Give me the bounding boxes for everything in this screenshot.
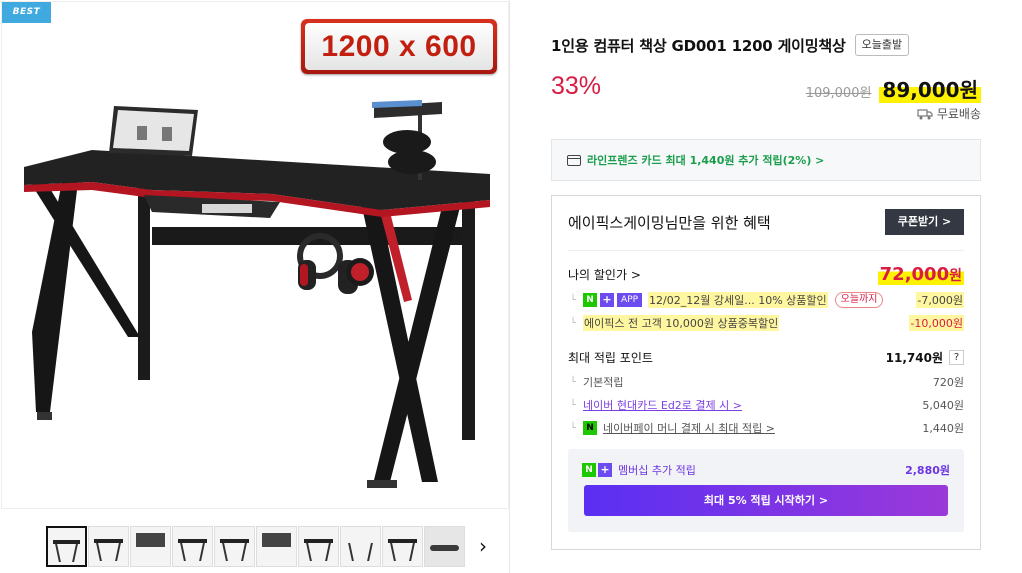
discount-row: └ 에이픽스 전 고객 10,000원 상품중복할인 -10,000원: [570, 315, 964, 331]
my-price-value: 72,000원: [877, 264, 964, 285]
shipping-label: 무료배송: [936, 107, 981, 121]
thumbnail[interactable]: [130, 526, 171, 567]
thumbnail-strip: [46, 526, 465, 567]
naver-n-icon: N: [582, 463, 596, 477]
membership-label: 멤버십 추가 적립: [618, 464, 696, 477]
thumbnail[interactable]: [256, 526, 297, 567]
discount-amount: -7,000원: [916, 292, 964, 308]
naver-pay-icon: N: [583, 421, 598, 435]
discount-amount: -10,000원: [909, 315, 964, 331]
point-detail-row: └ 네이버 현대카드 Ed2로 결제 시 > 5,040원: [570, 397, 964, 413]
point-detail-row: └ N 네이버페이 머니 결제 시 최대 적립 > 1,440원: [570, 420, 964, 436]
thumbnail[interactable]: [340, 526, 381, 567]
thumbnail[interactable]: [214, 526, 255, 567]
naver-n-icon: N: [583, 293, 598, 307]
point-detail-row: └ 기본적립 720원: [570, 376, 964, 389]
today-shipping-tag: 오늘출발: [854, 34, 910, 56]
original-price: 109,000원: [805, 86, 872, 101]
thumbnail[interactable]: [172, 526, 213, 567]
plus-icon: +: [600, 293, 615, 307]
benefit-heading: 에이픽스게이밍님만을 위한 혜택: [568, 214, 771, 232]
card-promo-banner[interactable]: 라인프렌즈 카드 최대 1,440원 추가 적립(2%) >: [551, 139, 981, 181]
coupon-button[interactable]: 쿠폰받기 >: [885, 209, 964, 235]
naver-pay-link[interactable]: 네이버페이 머니 결제 시 최대 적립 >: [603, 420, 775, 436]
membership-start-button[interactable]: 최대 5% 적립 시작하기 >: [584, 485, 948, 516]
size-badge-text: 1200 x 600: [305, 23, 493, 70]
point-detail-value: 5,040원: [922, 399, 964, 412]
truck-icon: [917, 108, 933, 119]
card-icon: [567, 154, 581, 166]
main-product-image[interactable]: BEST 1200 x 600: [1, 1, 509, 509]
hyundai-card-link[interactable]: 네이버 현대카드 Ed2로 결제 시 >: [583, 397, 742, 413]
point-detail-value: 1,440원: [922, 422, 964, 435]
discount-rate: 33%: [551, 72, 602, 100]
price-row: 109,000원 89,000원: [806, 74, 981, 103]
discount-label: 에이픽스 전 고객 10,000원 상품중복할인: [583, 315, 780, 331]
card-promo-text: 라인프렌즈 카드 최대 1,440원 추가 적립(2%) >: [587, 154, 825, 167]
points-label: 최대 적립 포인트: [568, 351, 653, 365]
point-detail-label: 기본적립: [583, 376, 624, 389]
sale-price: 89,000원: [879, 74, 981, 103]
points-row: 최대 적립 포인트 11,740원 ?: [568, 349, 964, 366]
benefit-panel: 에이픽스게이밍님만을 위한 혜택 쿠폰받기 > 나의 할인가 > 72,000원…: [551, 195, 981, 550]
thumbnail[interactable]: [424, 526, 465, 567]
shipping-info: 무료배송: [917, 105, 981, 122]
title-row: 1인용 컴퓨터 책상 GD001 1200 게이밍책상 오늘출발: [551, 34, 910, 56]
desk-illustration: [24, 100, 490, 488]
plus-icon: +: [598, 463, 612, 477]
product-page: BEST 1200 x 600 › 1인용 컴퓨터 책상 GD001 1200 …: [0, 0, 1022, 573]
membership-row: N + 멤버십 추가 적립 2,880원: [582, 462, 950, 478]
chevron-right-icon[interactable]: ›: [475, 534, 491, 558]
divider: [568, 250, 964, 251]
product-title: 1인용 컴퓨터 책상 GD001 1200 게이밍책상: [551, 36, 846, 55]
size-badge: 1200 x 600: [301, 19, 497, 74]
membership-box: N + 멤버십 추가 적립 2,880원 최대 5% 적립 시작하기 >: [568, 449, 964, 532]
my-price-label[interactable]: 나의 할인가 >: [568, 266, 641, 283]
thumbnail[interactable]: [382, 526, 423, 567]
my-price-row: 나의 할인가 > 72,000원: [568, 264, 964, 285]
discount-row: └ N + APP 12/02_12월 강세일... 10% 상품할인 오늘까지…: [570, 292, 964, 308]
question-icon[interactable]: ?: [949, 350, 964, 365]
discount-label: 12/02_12월 강세일... 10% 상품할인: [648, 292, 828, 308]
thumbnail[interactable]: [46, 526, 87, 567]
product-gallery: BEST 1200 x 600 ›: [0, 0, 510, 573]
until-today-tag: 오늘까지: [834, 292, 884, 308]
thumbnail[interactable]: [88, 526, 129, 567]
membership-value: 2,880원: [905, 464, 950, 477]
best-badge: BEST: [2, 2, 51, 23]
thumbnail[interactable]: [298, 526, 339, 567]
app-badge: APP: [617, 293, 643, 307]
point-detail-value: 720원: [932, 376, 964, 389]
points-value: 11,740원: [885, 351, 943, 365]
